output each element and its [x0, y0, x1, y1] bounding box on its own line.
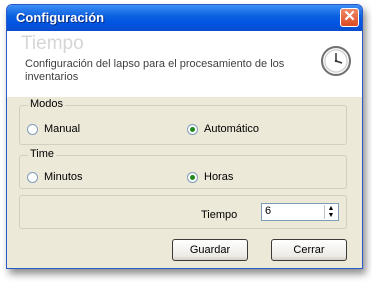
- close-button[interactable]: Cerrar: [271, 239, 347, 261]
- spinner-buttons[interactable]: ▲ ▼: [324, 205, 337, 219]
- radio-minutos[interactable]: Minutos: [27, 171, 83, 183]
- radio-manual-label: Manual: [44, 123, 81, 135]
- header-title: Tiempo: [21, 33, 84, 54]
- clock-icon: [321, 46, 351, 76]
- spin-down-icon[interactable]: ▼: [325, 212, 337, 219]
- save-button[interactable]: Guardar: [172, 239, 248, 261]
- radio-horas-label: Horas: [204, 171, 234, 183]
- radio-indicator[interactable]: [27, 171, 38, 183]
- radio-automatico-label: Automático: [204, 123, 260, 135]
- tiempo-label: Tiempo: [201, 209, 238, 221]
- radio-manual[interactable]: Manual: [27, 123, 80, 135]
- configuracion-dialog: Configuración ✕ Tiempo Configuración del…: [6, 4, 363, 269]
- title-bar[interactable]: Configuración ✕: [7, 5, 362, 31]
- radio-automatico[interactable]: Automático: [187, 123, 259, 135]
- close-icon[interactable]: ✕: [340, 8, 359, 27]
- radio-minutos-label: Minutos: [44, 171, 83, 183]
- radio-indicator[interactable]: [187, 171, 198, 183]
- window-title: Configuración: [16, 10, 105, 25]
- spin-up-icon[interactable]: ▲: [325, 205, 337, 212]
- time-legend: Time: [28, 148, 57, 160]
- header-description: Configuración del lapso para el procesam…: [25, 58, 285, 83]
- radio-indicator[interactable]: [187, 123, 198, 135]
- dialog-header: Tiempo Configuración del lapso para el p…: [7, 31, 362, 97]
- modos-legend: Modos: [28, 98, 66, 110]
- tiempo-spinner[interactable]: 6 ▲ ▼: [261, 203, 339, 221]
- radio-indicator[interactable]: [27, 123, 38, 135]
- tiempo-value[interactable]: 6: [265, 205, 271, 217]
- radio-horas[interactable]: Horas: [187, 171, 233, 183]
